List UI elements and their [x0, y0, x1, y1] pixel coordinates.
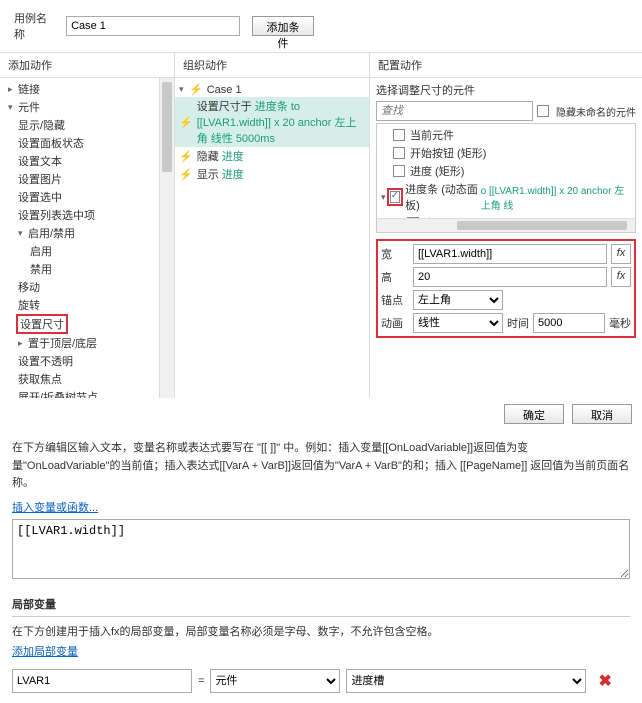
local-vars-header: 局部变量 [12, 592, 630, 617]
bolt-icon: ⚡ [189, 83, 203, 96]
hscrollbar-thumb[interactable] [457, 221, 627, 230]
tree-show-hide[interactable]: 显示/隐藏 [18, 117, 65, 133]
bolt-icon: ⚡ [179, 168, 193, 181]
var-source-widget-select[interactable]: 进度槽 [346, 669, 586, 693]
tree-enable[interactable]: 启用 [30, 243, 52, 259]
elem-checkbox[interactable] [393, 165, 405, 177]
cancel-button[interactable]: 取消 [572, 404, 632, 424]
tree-panel-state[interactable]: 设置面板状态 [18, 135, 84, 151]
tree-scrollbar-thumb[interactable] [162, 82, 172, 172]
anim-label: 动画 [381, 315, 409, 331]
width-input[interactable] [413, 244, 607, 264]
elem-checkbox[interactable] [393, 147, 405, 159]
equals-label: = [198, 675, 204, 687]
anim-select[interactable]: 线性 [413, 313, 503, 333]
tree-widgets[interactable]: 元件 [18, 99, 40, 115]
hide-unnamed-checkbox[interactable] [537, 105, 549, 117]
anchor-select[interactable]: 左上角 [413, 290, 503, 310]
time-unit: 毫秒 [609, 315, 631, 331]
expression-input[interactable]: [[LVAR1.width]] [12, 519, 630, 579]
hide-unnamed-label: 隐藏未命名的元件 [556, 104, 636, 119]
fx-button[interactable]: fx [611, 244, 631, 264]
insert-var-fn-link[interactable]: 插入变量或函数... [12, 502, 98, 514]
local-var-row: = 元件 进度槽 ✖ [12, 669, 630, 693]
tree-links[interactable]: 链接 [18, 81, 40, 97]
tree-set-size[interactable]: 设置尺寸 [16, 314, 68, 334]
tree-expand[interactable]: 展开/折叠树节点 [18, 389, 98, 398]
var-name-input[interactable] [12, 669, 192, 693]
elem-start[interactable]: 开始按钮 (矩形) [410, 145, 486, 161]
elem-checkbox[interactable] [393, 129, 405, 141]
config-actions-header: 配置动作 [370, 53, 642, 78]
elem-checkbox-checked[interactable] [390, 191, 400, 203]
tree-enable-disable[interactable]: 启用/禁用 [28, 225, 75, 241]
tree-focus[interactable]: 获取焦点 [18, 371, 62, 387]
case-name-label: 用例名称 [8, 6, 60, 46]
action-hide[interactable]: ⚡ 隐藏 进度 [179, 147, 365, 165]
actions-tree[interactable]: 链接 元件 显示/隐藏 设置面板状态 设置文本 设置图片 设置选中 设置列表选中… [0, 78, 174, 398]
height-input[interactable] [413, 267, 607, 287]
elem-progress-panel[interactable]: 进度条 (动态面板) o [[LVAR1.width]] x 20 anchor… [379, 180, 633, 214]
org-actions-header: 组织动作 [175, 53, 369, 78]
ok-button[interactable]: 确定 [504, 404, 564, 424]
tree-disable[interactable]: 禁用 [30, 261, 52, 277]
tree-rotate[interactable]: 旋转 [18, 297, 40, 313]
height-label: 高 [381, 269, 409, 285]
time-label: 时间 [507, 315, 529, 331]
add-local-var-link[interactable]: 添加局部变量 [12, 646, 78, 658]
local-vars-desc: 在下方创建用于插入fx的局部变量，局部变量名称必须是字母、数字，不允许包含空格。 [12, 623, 630, 639]
widget-list[interactable]: 当前元件 开始按钮 (矩形) 进度 (矩形) 进度条 (动态面板) o [[LV… [376, 123, 636, 233]
expand-icon[interactable] [381, 192, 388, 203]
action-org-panel: ⚡ Case 1 ⚡ 设置尺寸于 进度条 to [[LVAR1.width]] x… [175, 78, 369, 398]
width-label: 宽 [381, 246, 409, 262]
case-label[interactable]: Case 1 [207, 84, 242, 96]
anchor-label: 锚点 [381, 292, 409, 308]
case-name-input[interactable] [66, 16, 240, 36]
action-set-size[interactable]: ⚡ 设置尺寸于 进度条 to [[LVAR1.width]] x 20 anch… [175, 97, 369, 147]
choose-widget-label: 选择调整尺寸的元件 [376, 82, 636, 98]
search-input[interactable] [376, 101, 533, 121]
expr-desc: 在下方编辑区输入文本，变量名称或表达式要写在 "[[ ]]" 中。例如：插入变量… [12, 440, 630, 493]
add-condition-button[interactable]: 添加条件 [252, 16, 314, 36]
elem-current[interactable]: 当前元件 [410, 127, 454, 143]
tree-set-list-sel[interactable]: 设置列表选中项 [18, 207, 95, 223]
bolt-icon: ⚡ [179, 116, 193, 129]
fx-button[interactable]: fx [611, 267, 631, 287]
tree-front-back[interactable]: 置于顶层/底层 [28, 335, 97, 351]
elem-progress[interactable]: 进度 (矩形) [410, 163, 464, 179]
tree-scrollbar[interactable] [159, 78, 174, 398]
tree-move[interactable]: 移动 [18, 279, 40, 295]
tree-set-selected[interactable]: 设置选中 [18, 189, 62, 205]
tree-set-image[interactable]: 设置图片 [18, 171, 62, 187]
var-source-type-select[interactable]: 元件 [210, 669, 340, 693]
action-show[interactable]: ⚡ 显示 进度 [179, 165, 365, 183]
add-actions-header: 添加动作 [0, 53, 174, 78]
tree-set-text[interactable]: 设置文本 [18, 153, 62, 169]
time-input[interactable] [533, 313, 605, 333]
tree-opacity[interactable]: 设置不透明 [18, 353, 73, 369]
hscrollbar[interactable] [377, 218, 635, 232]
bolt-icon: ⚡ [179, 150, 193, 163]
size-config-panel: 宽 fx 高 fx 锚点 左上角 动画 线性 时间 [376, 239, 636, 338]
